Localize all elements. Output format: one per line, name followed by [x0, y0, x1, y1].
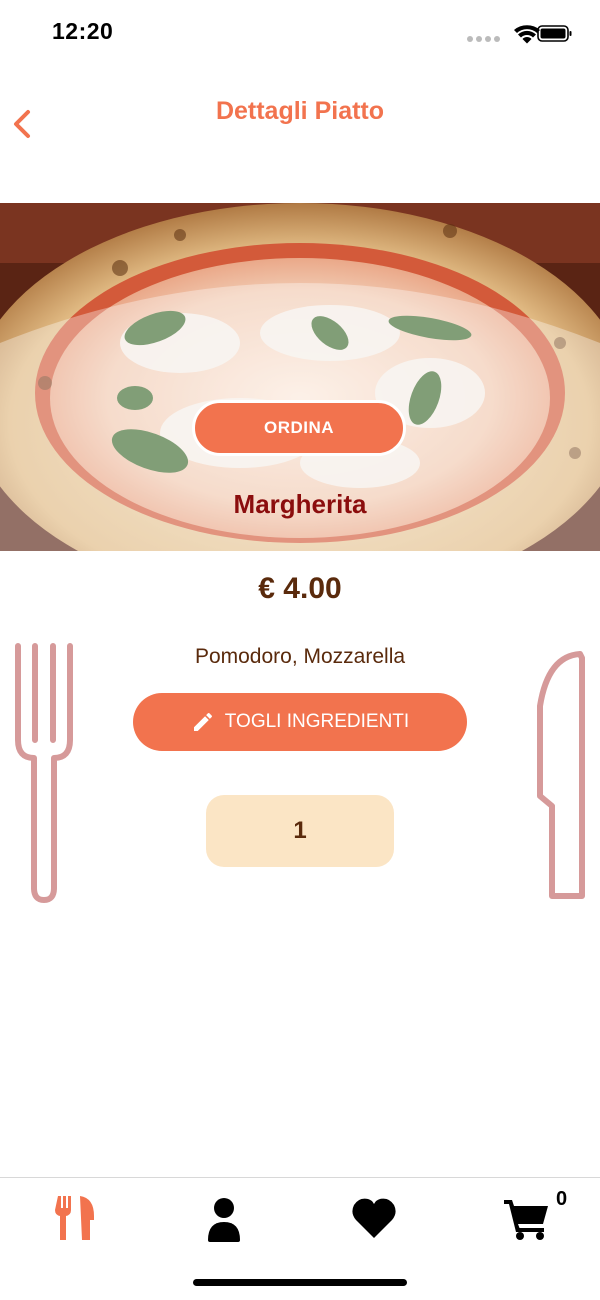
cart-icon	[504, 1200, 548, 1240]
dish-name: Margherita	[233, 489, 367, 519]
status-time: 12:20	[52, 18, 114, 44]
heart-icon	[352, 1198, 396, 1238]
knife-icon	[537, 651, 585, 899]
status-bar: 12:20	[0, 0, 600, 66]
order-button[interactable]: ORDINA	[192, 400, 406, 456]
pencil-icon	[193, 712, 212, 731]
dish-ingredients: Pomodoro, Mozzarella	[194, 645, 406, 668]
fork-icon	[15, 643, 73, 903]
tab-cart[interactable]	[502, 1194, 550, 1242]
home-indicator	[193, 1279, 407, 1286]
signal-icon	[467, 36, 500, 42]
fork-knife-icon	[55, 1196, 94, 1240]
status-icons	[467, 25, 572, 44]
battery-icon	[537, 25, 572, 42]
quantity-field[interactable]: 1	[206, 795, 394, 867]
tab-profile[interactable]	[200, 1194, 248, 1242]
dish-price: € 4.00	[258, 572, 342, 605]
navigation-bar: Dettagli Piatto	[0, 80, 600, 150]
user-icon	[208, 1198, 240, 1242]
tab-menu[interactable]	[52, 1194, 100, 1242]
remove-ingredients-label: TOGLI INGREDIENTI	[224, 711, 410, 732]
wifi-icon	[514, 25, 540, 44]
page-title: Dettagli Piatto	[215, 97, 385, 125]
remove-ingredients-button[interactable]: TOGLI INGREDIENTI	[133, 693, 467, 751]
tab-favorites[interactable]	[350, 1194, 398, 1242]
cart-count-badge: 0	[556, 1188, 568, 1210]
